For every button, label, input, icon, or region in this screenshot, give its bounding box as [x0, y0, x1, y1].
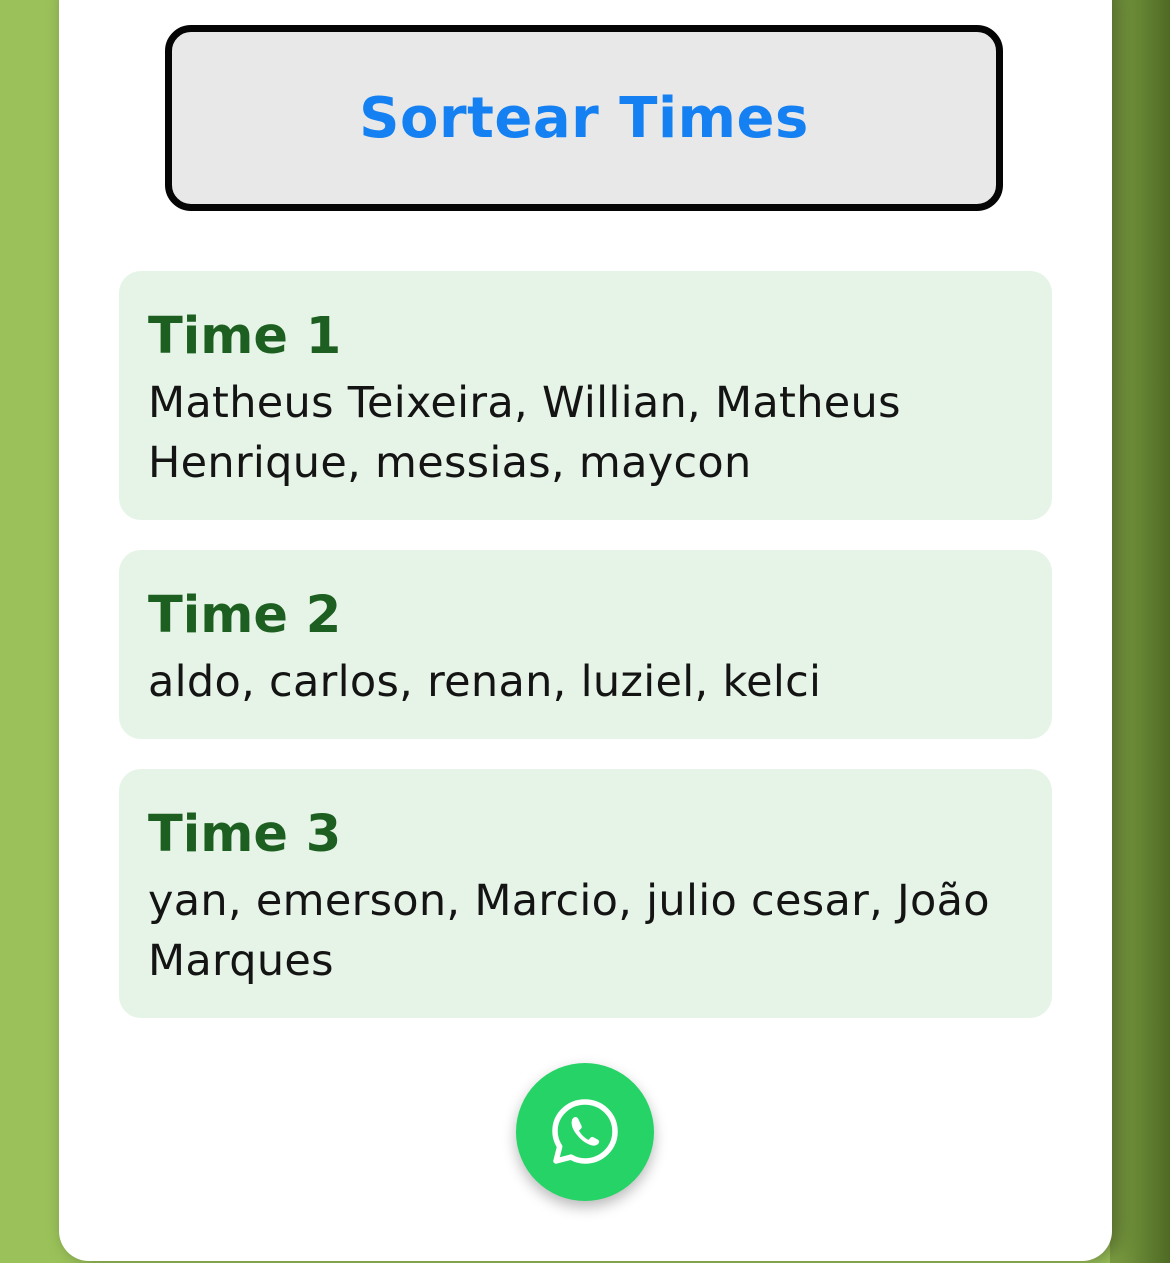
team-players: aldo, carlos, renan, luziel, kelci	[148, 657, 822, 707]
team-title: Time 3	[148, 805, 342, 864]
team-title: Time 2	[148, 586, 342, 645]
main-card: Sortear Times Time 1 Matheus Teixeira, W…	[59, 0, 1112, 1261]
team-players: Matheus Teixeira, Willian, Matheus Henri…	[148, 378, 901, 488]
team-players: yan, emerson, Marcio, julio cesar, João …	[148, 876, 990, 986]
team-card-1: Time 1 Matheus Teixeira, Willian, Matheu…	[119, 271, 1052, 520]
sort-teams-button[interactable]: Sortear Times	[165, 25, 1003, 211]
team-title: Time 1	[148, 307, 342, 366]
team-card-2: Time 2 aldo, carlos, renan, luziel, kelc…	[119, 550, 1052, 739]
whatsapp-share-button[interactable]	[516, 1063, 654, 1201]
background-shade	[1110, 0, 1170, 1263]
whatsapp-icon	[552, 1099, 618, 1164]
team-card-3: Time 3 yan, emerson, Marcio, julio cesar…	[119, 769, 1052, 1018]
sort-teams-label: Sortear Times	[359, 85, 809, 151]
